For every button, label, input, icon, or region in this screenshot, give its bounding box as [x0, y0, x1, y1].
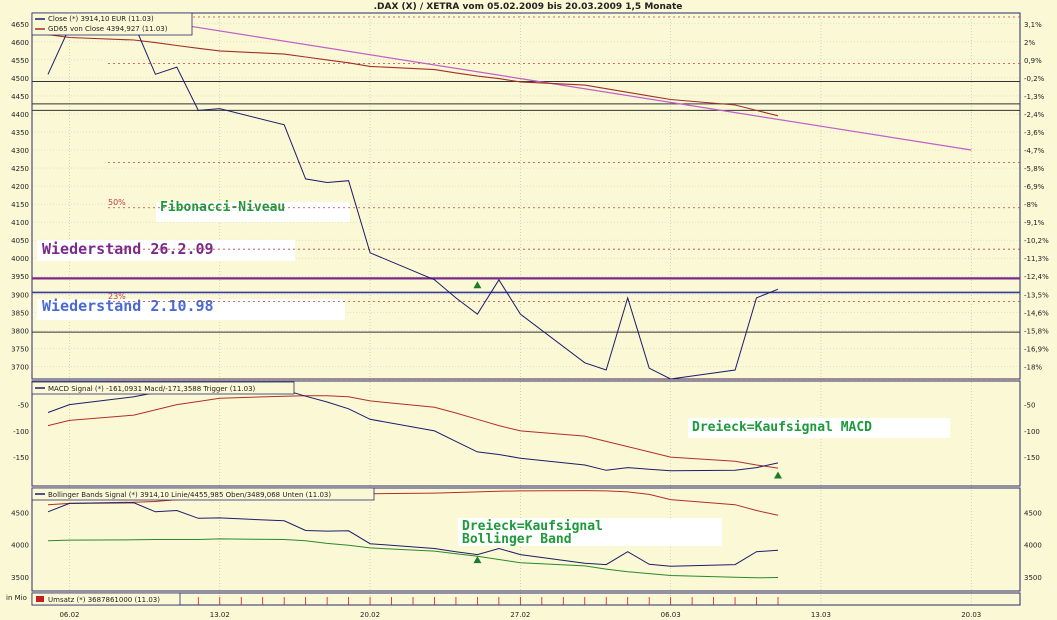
legend-gd65: GD65 von Close 4394,927 (11.03) [48, 25, 168, 33]
legend-macd: MACD Signal (*) -161,0931 Macd/-171,3588… [48, 385, 256, 393]
legend-close: Close (*) 3914,10 EUR (11.03) [48, 15, 154, 23]
fib-23-label: 23% [108, 292, 126, 301]
chart-title: .DAX (X) / XETRA vom 05.02.2009 bis 20.0… [374, 2, 683, 12]
price-tick-label: 4400 [11, 111, 29, 119]
x-tick-label: 20.02 [360, 611, 380, 619]
price-tick-label: 4250 [11, 165, 29, 173]
bb-tick-label-right: 4000 [1024, 542, 1042, 550]
bb-annotation-line2: Bollinger Band [462, 532, 572, 547]
price-tick-label: 4500 [11, 75, 29, 83]
macd-tick-label: -150 [13, 454, 29, 462]
bb-tick-label-right: 4500 [1024, 509, 1042, 517]
bb-tick-label: 3500 [11, 574, 29, 582]
volume-unit: in Mio [6, 594, 27, 602]
pct-tick-label: -18% [1024, 363, 1042, 371]
x-tick-label: 13.02 [210, 611, 230, 619]
price-tick-label: 3750 [11, 345, 29, 353]
pct-tick-label: 0,9% [1024, 57, 1042, 65]
x-tick-label: 06.03 [661, 611, 681, 619]
macd-tick-label-right: -50 [1024, 402, 1035, 410]
price-tick-label: 4050 [11, 237, 29, 245]
x-tick-label: 27.02 [510, 611, 530, 619]
price-tick-label: 3950 [11, 273, 29, 281]
price-tick-label: 3900 [11, 291, 29, 299]
price-tick-label: 4550 [11, 57, 29, 65]
macd-tick-label: -50 [18, 402, 29, 410]
pct-tick-label: -3,6% [1024, 129, 1045, 137]
price-tick-label: 4200 [11, 183, 29, 191]
pct-tick-label: -8% [1024, 201, 1038, 209]
resist2-annotation: Wiederstand 2.10.98 [42, 297, 214, 315]
price-tick-label: 4600 [11, 39, 29, 47]
price-tick-label: 4300 [11, 147, 29, 155]
pct-tick-label: -4,7% [1024, 147, 1045, 155]
bb-tick-label-right: 3500 [1024, 574, 1042, 582]
pct-tick-label: -14,6% [1024, 309, 1049, 317]
legend-volume: Umsatz (*) 3687861000 (11.03) [48, 596, 160, 604]
macd-tick-label-right: -150 [1024, 454, 1040, 462]
legend-bb: Bollinger Bands Signal (*) 3914,10 Linie… [48, 491, 331, 499]
pct-tick-label: -1,3% [1024, 93, 1045, 101]
bb-tick-label: 4000 [11, 542, 29, 550]
bb-tick-label: 4500 [11, 509, 29, 517]
pct-tick-label: -0,2% [1024, 75, 1045, 83]
price-tick-label: 3800 [11, 327, 29, 335]
macd-tick-label: -100 [13, 428, 29, 436]
price-tick-label: 4650 [11, 21, 29, 29]
price-tick-label: 3700 [11, 363, 29, 371]
price-tick-label: 4150 [11, 201, 29, 209]
pct-tick-label: -2,4% [1024, 111, 1045, 119]
pct-tick-label: -15,8% [1024, 327, 1049, 335]
fib-50-label: 50% [108, 198, 126, 207]
price-tick-label: 4000 [11, 255, 29, 263]
pct-tick-label: -13,5% [1024, 291, 1049, 299]
price-tick-label: 4100 [11, 219, 29, 227]
pct-tick-label: -12,4% [1024, 273, 1049, 281]
x-tick-label: 13.03 [811, 611, 831, 619]
pct-tick-label: -16,9% [1024, 345, 1049, 353]
pct-tick-label: -9,1% [1024, 219, 1045, 227]
price-tick-label: 4350 [11, 129, 29, 137]
pct-tick-label: -5,8% [1024, 165, 1045, 173]
price-tick-label: 4450 [11, 93, 29, 101]
pct-tick-label: -6,9% [1024, 183, 1045, 191]
macd-annotation: Dreieck=Kaufsignal MACD [692, 420, 872, 435]
price-tick-label: 3850 [11, 309, 29, 317]
pct-tick-label: -11,3% [1024, 255, 1049, 263]
resist1-annotation: Wiederstand 26.2.09 [42, 240, 214, 258]
macd-tick-label-right: -100 [1024, 428, 1040, 436]
chart-canvas: .DAX (X) / XETRA vom 05.02.2009 bis 20.0… [0, 0, 1057, 620]
pct-tick-label: 2% [1024, 39, 1035, 47]
pct-tick-label: -10,2% [1024, 237, 1049, 245]
x-tick-label: 06.02 [59, 611, 79, 619]
pct-tick-label: 3,1% [1024, 21, 1042, 29]
legend-volume-swatch [36, 596, 44, 602]
x-tick-label: 20.03 [961, 611, 981, 619]
